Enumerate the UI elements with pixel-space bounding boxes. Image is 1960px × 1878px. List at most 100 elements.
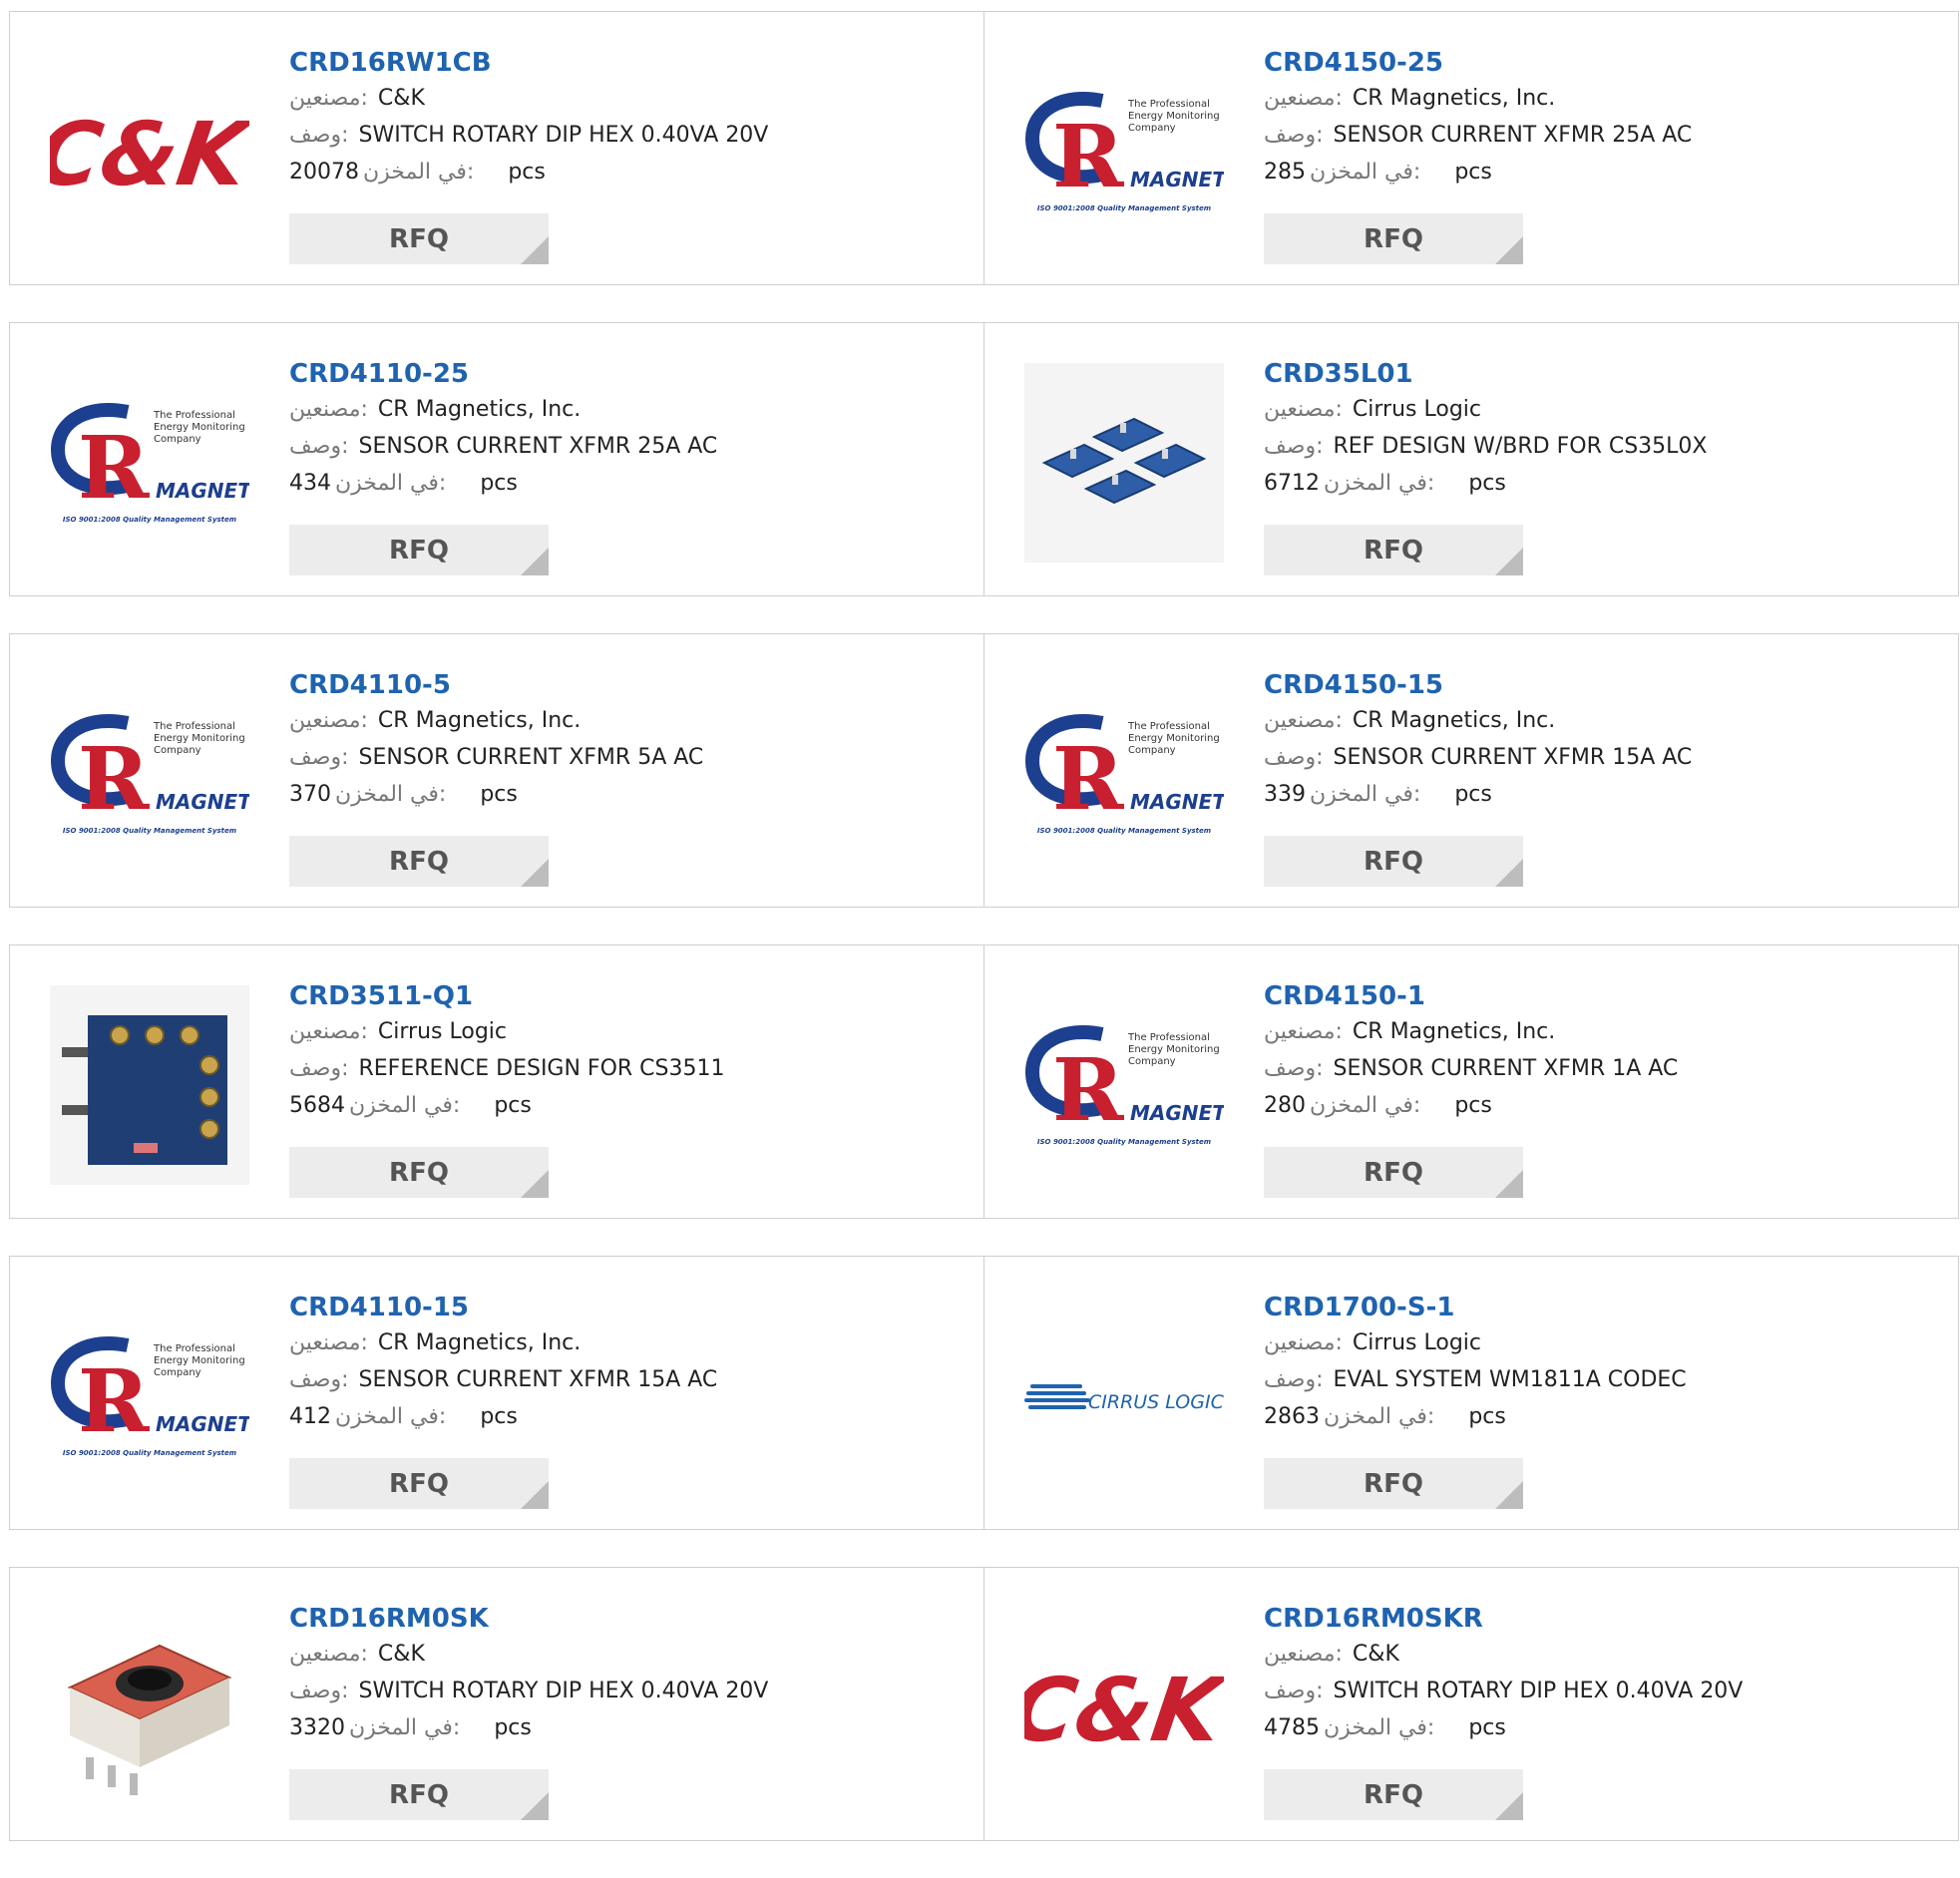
product-image[interactable] (1024, 363, 1224, 563)
stock-count: 280 (1264, 1093, 1306, 1118)
description-line: وصف: SENSOR CURRENT XFMR 15A AC (1264, 739, 1948, 776)
product-info: CRD4150-25 مصنعين: CR Magnetics, Inc. وصف… (1264, 46, 1948, 190)
description-value: SENSOR CURRENT XFMR 25A AC (1333, 123, 1693, 148)
rfq-button[interactable]: RFQ (1264, 213, 1523, 264)
cr-iso: ISO 9001:2008 Quality Management System (1037, 827, 1211, 835)
product-card: R The Professional Energy Monitoring Com… (984, 11, 1959, 285)
manufacturer-line: مصنعين: C&K (1264, 1636, 1948, 1673)
cr-tagline-3: Company (154, 1367, 201, 1378)
part-number-link[interactable]: CRD4150-15 (1264, 668, 1948, 702)
description-line: وصف: REFERENCE DESIGN FOR CS3511 (289, 1050, 974, 1087)
cr-magnetics-logo-icon: R The Professional Energy Monitoring Com… (50, 713, 249, 835)
rfq-button[interactable]: RFQ (289, 1458, 549, 1509)
product-card: C&K CRD16RM0SKR مصنعين: C&K وصف: SWITCH RO… (984, 1567, 1959, 1841)
product-image[interactable]: R The Professional Energy Monitoring Com… (50, 363, 249, 563)
rfq-button[interactable]: RFQ (289, 1769, 549, 1820)
part-number-link[interactable]: CRD4150-25 (1264, 46, 1948, 80)
part-number-link[interactable]: CRD4110-25 (289, 357, 974, 391)
rfq-button[interactable]: RFQ (1264, 1769, 1523, 1820)
description-value: SENSOR CURRENT XFMR 5A AC (358, 745, 704, 770)
manufacturer-label: مصنعين: (289, 1330, 368, 1355)
description-value: SENSOR CURRENT XFMR 15A AC (358, 1367, 718, 1392)
product-image[interactable]: R The Professional Energy Monitoring Com… (1024, 985, 1224, 1185)
manufacturer-line: مصنعين: CR Magnetics, Inc. (1264, 80, 1948, 117)
part-number-link[interactable]: CRD16RM0SK (289, 1602, 974, 1636)
part-number-link[interactable]: CRD16RW1CB (289, 46, 974, 80)
product-card: CRD3511-Q1 مصنعين: Cirrus Logic وصف: REFER… (9, 944, 984, 1219)
manufacturer-value: Cirrus Logic (1352, 397, 1481, 422)
product-image[interactable]: CIRRUS LOGIC (1024, 1297, 1224, 1496)
product-image[interactable]: C&K (50, 52, 249, 251)
part-number-link[interactable]: CRD3511-Q1 (289, 979, 974, 1013)
svg-text:R: R (78, 729, 150, 830)
rfq-button[interactable]: RFQ (1264, 1458, 1523, 1509)
stock-unit: pcs (480, 471, 518, 496)
cr-tagline-1: The Professional (1127, 1032, 1210, 1043)
part-number-link[interactable]: CRD35L01 (1264, 357, 1948, 391)
manufacturer-value: C&K (1352, 1642, 1399, 1667)
stock-count: 2863 (1264, 1404, 1320, 1429)
rfq-button[interactable]: RFQ (1264, 1147, 1523, 1198)
stock-label: في المخزن: (1310, 1093, 1421, 1118)
rfq-corner-decoration (521, 1170, 549, 1198)
part-number-link[interactable]: CRD4150-1 (1264, 979, 1948, 1013)
stock-count: 370 (289, 782, 331, 807)
manufacturer-label: مصنعين: (289, 708, 368, 733)
stock-label: في المخزن: (335, 782, 447, 807)
description-value: SENSOR CURRENT XFMR 1A AC (1333, 1056, 1679, 1081)
manufacturer-value: C&K (377, 86, 425, 111)
cr-tagline-1: The Professional (1127, 99, 1210, 110)
description-line: وصف: SWITCH ROTARY DIP HEX 0.40VA 20V (1264, 1673, 1948, 1709)
product-row: R The Professional Energy Monitoring Com… (9, 633, 1960, 908)
cr-magnetics-logo-icon: R The Professional Energy Monitoring Com… (1024, 713, 1224, 835)
cr-iso: ISO 9001:2008 Quality Management System (63, 827, 236, 835)
manufacturer-label: مصنعين: (289, 1019, 368, 1044)
cr-word: MAGNETICS (156, 1412, 249, 1436)
product-image[interactable] (50, 985, 249, 1185)
rfq-corner-decoration (521, 548, 549, 575)
svg-text:R: R (78, 1351, 150, 1452)
manufacturer-line: مصنعين: CR Magnetics, Inc. (1264, 702, 1948, 739)
stock-count: 412 (289, 1404, 331, 1429)
stock-unit: pcs (480, 1404, 518, 1429)
rfq-label: RFQ (389, 535, 449, 565)
part-number-link[interactable]: CRD4110-15 (289, 1291, 974, 1324)
product-card: R The Professional Energy Monitoring Com… (984, 944, 1959, 1219)
part-number-link[interactable]: CRD4110-5 (289, 668, 974, 702)
product-info: CRD16RM0SKR مصنعين: C&K وصف: SWITCH ROTARY… (1264, 1602, 1948, 1746)
rfq-button[interactable]: RFQ (1264, 525, 1523, 575)
stock-line: 285 في المخزن: pcs (1264, 154, 1948, 190)
product-image[interactable]: R The Professional Energy Monitoring Com… (50, 674, 249, 874)
stock-label: في المخزن: (363, 160, 475, 185)
product-info: CRD16RM0SK مصنعين: C&K وصف: SWITCH ROTARY … (289, 1602, 974, 1746)
rfq-button[interactable]: RFQ (1264, 836, 1523, 887)
cr-tagline-2: Energy Monitoring (154, 733, 245, 744)
cr-word: MAGNETICS (156, 790, 249, 814)
rfq-button[interactable]: RFQ (289, 525, 549, 575)
rfq-button[interactable]: RFQ (289, 1147, 549, 1198)
rfq-corner-decoration (521, 1481, 549, 1509)
rfq-corner-decoration (1495, 548, 1523, 575)
cr-magnetics-logo-icon: R The Professional Energy Monitoring Com… (1024, 1024, 1224, 1146)
stock-line: 5684 في المخزن: pcs (289, 1087, 974, 1124)
rfq-corner-decoration (521, 859, 549, 887)
stock-line: 20078 في المخزن: pcs (289, 154, 974, 190)
cr-tagline-3: Company (1128, 745, 1176, 756)
cr-tagline-2: Energy Monitoring (1128, 1044, 1220, 1055)
product-image[interactable]: R The Professional Energy Monitoring Com… (50, 1297, 249, 1496)
product-image[interactable]: C&K (1024, 1608, 1224, 1807)
stock-count: 339 (1264, 782, 1306, 807)
product-card: C&K CRD16RW1CB مصنعين: C&K وصف: SWITCH ROT… (9, 11, 984, 285)
stock-line: 2863 في المخزن: pcs (1264, 1398, 1948, 1435)
part-number-link[interactable]: CRD16RM0SKR (1264, 1602, 1948, 1636)
description-value: REFERENCE DESIGN FOR CS3511 (358, 1056, 725, 1081)
product-image[interactable]: R The Professional Energy Monitoring Com… (1024, 674, 1224, 874)
description-value: SWITCH ROTARY DIP HEX 0.40VA 20V (358, 1679, 769, 1703)
stock-line: 434 في المخزن: pcs (289, 465, 974, 502)
product-image[interactable] (50, 1608, 249, 1807)
product-image[interactable]: R The Professional Energy Monitoring Com… (1024, 52, 1224, 251)
part-number-link[interactable]: CRD1700-S-1 (1264, 1291, 1948, 1324)
rfq-button[interactable]: RFQ (289, 836, 549, 887)
stock-label: في المخزن: (349, 1093, 461, 1118)
rfq-button[interactable]: RFQ (289, 213, 549, 264)
